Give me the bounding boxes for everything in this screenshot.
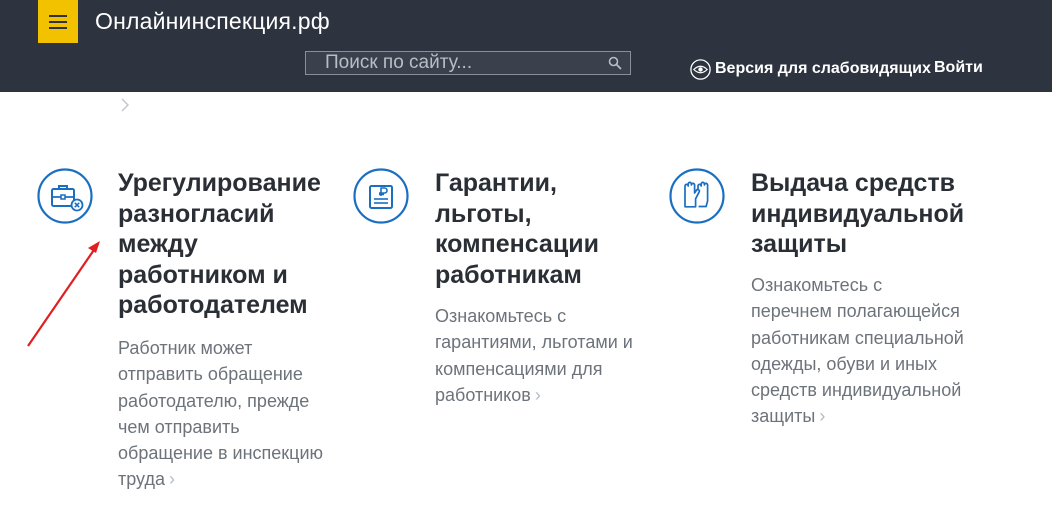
- search-input[interactable]: [306, 52, 596, 74]
- site-header: Онлайнинспекция.рф Версия для слабовидящ…: [0, 0, 1052, 92]
- search-icon[interactable]: [608, 56, 622, 70]
- annotation-arrow-icon: [27, 241, 100, 347]
- chevron-right-icon: ›: [819, 406, 826, 427]
- ruble-document-icon: [353, 168, 409, 224]
- search-box: [305, 51, 631, 75]
- card-description[interactable]: Ознакомьтесь с перечнем полагающейся раб…: [751, 272, 966, 430]
- card-title[interactable]: Урегулирование разногласий между работни…: [118, 168, 343, 321]
- low-vision-button[interactable]: Версия для слабовидящих: [690, 58, 931, 80]
- hamburger-icon[interactable]: [38, 0, 78, 43]
- card-description[interactable]: Ознакомьтесь с гарантиями, льготами и ко…: [435, 303, 660, 408]
- card-description[interactable]: Работник может отправить обращение работ…: [118, 335, 336, 493]
- card-title[interactable]: Гарантии, льготы, компенсации работникам: [435, 168, 660, 290]
- gloves-icon: [669, 168, 725, 224]
- low-vision-label: Версия для слабовидящих: [715, 60, 931, 77]
- site-title[interactable]: Онлайнинспекция.рф: [95, 8, 330, 35]
- briefcase-icon: [37, 168, 93, 224]
- eye-icon: [690, 58, 711, 80]
- breadcrumb-chevron-icon: [121, 98, 130, 112]
- card-title[interactable]: Выдача средств индивидуальной защиты: [751, 168, 991, 260]
- chevron-right-icon: ›: [168, 469, 175, 490]
- login-link[interactable]: Войти: [934, 58, 983, 78]
- chevron-right-icon: ›: [534, 384, 541, 405]
